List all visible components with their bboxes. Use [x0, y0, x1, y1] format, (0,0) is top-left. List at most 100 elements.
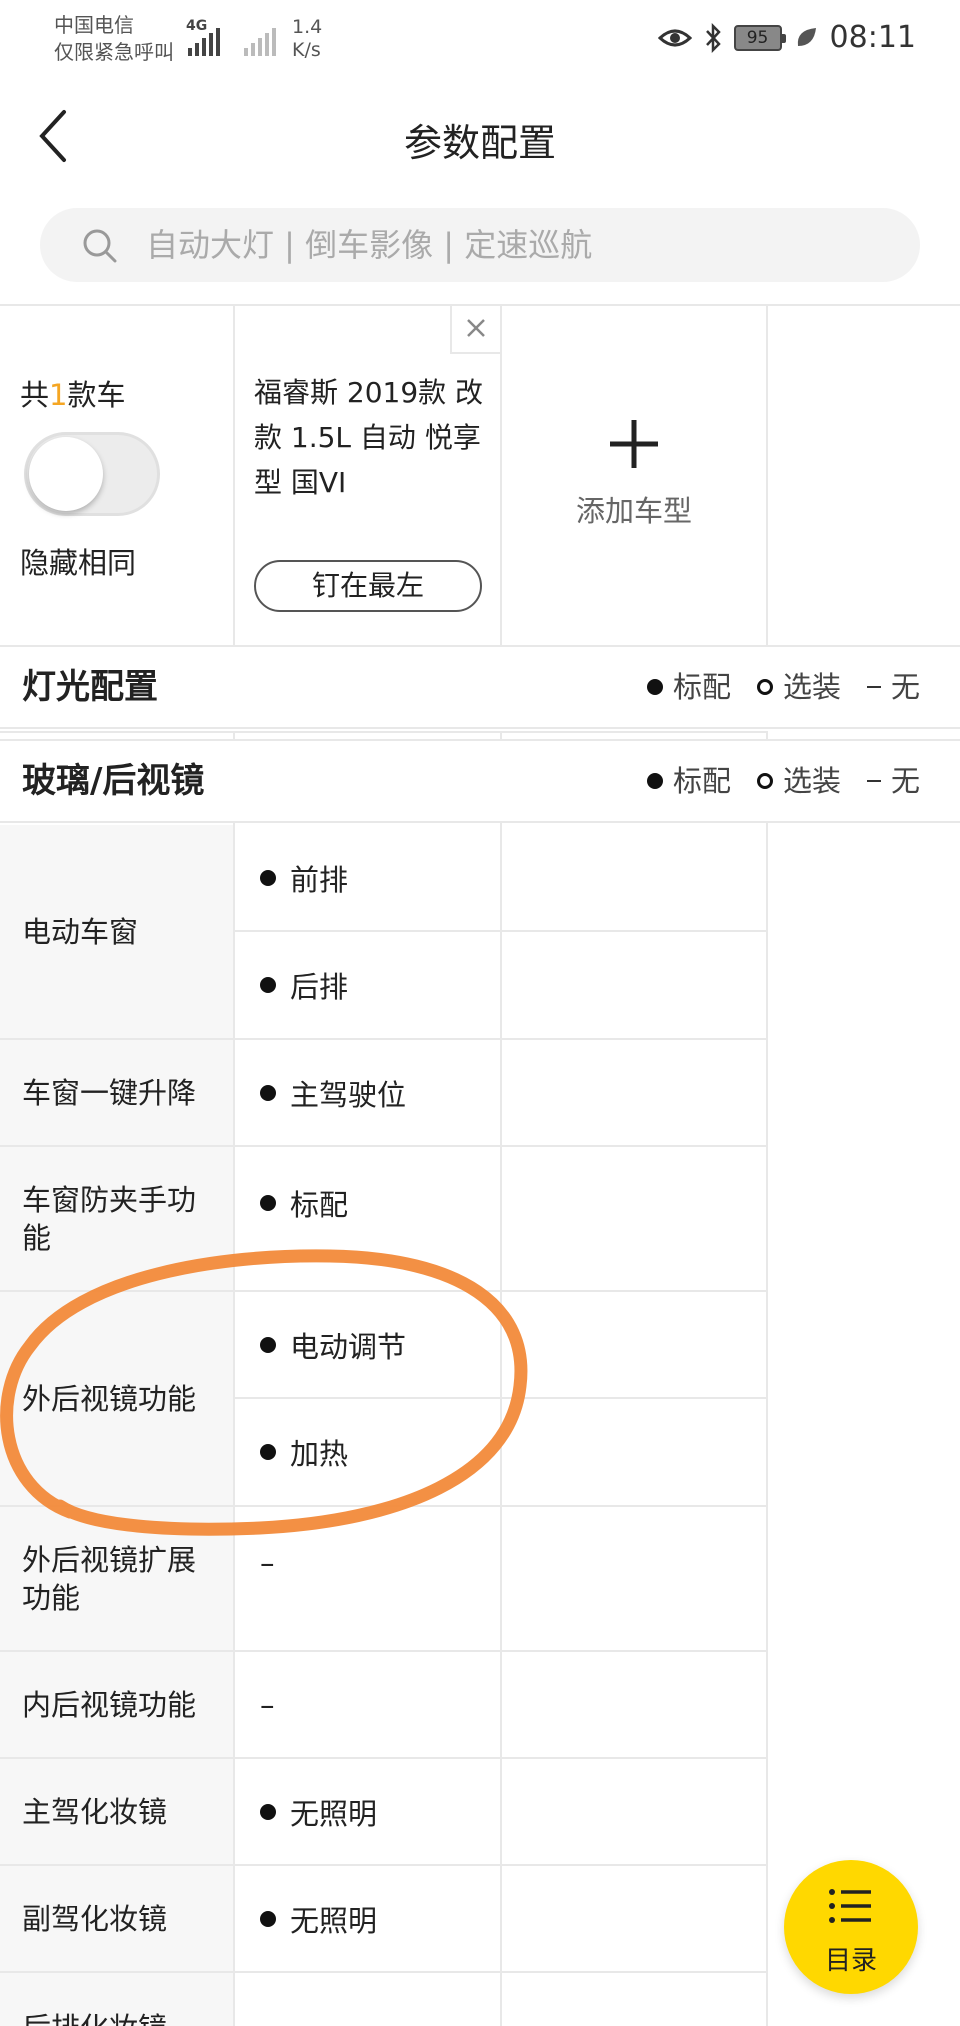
- row-label-mirror-function: 外后视镜功能: [0, 1292, 234, 1505]
- carrier-info: 中国电信 仅限紧急呼叫: [54, 12, 174, 66]
- divider: [233, 305, 235, 645]
- row-label-anti-pinch: 车窗防夹手功能: [0, 1147, 234, 1290]
- divider: [500, 823, 502, 2026]
- plus-icon[interactable]: [606, 416, 662, 472]
- page-title: 参数配置: [403, 121, 556, 165]
- hide-same-label: 隐藏相同: [20, 546, 137, 580]
- car-count-suffix: 款车: [67, 378, 126, 412]
- legend-none-label: 无: [890, 670, 920, 704]
- carrier-name: 中国电信: [54, 13, 134, 37]
- divider: [0, 1505, 766, 1507]
- value-text: 电动调节: [290, 1330, 407, 1364]
- divider: [766, 823, 768, 2026]
- bluetooth-icon: [705, 22, 721, 53]
- row-value: 前排: [234, 825, 500, 931]
- row-label-one-touch: 车窗一键升降: [0, 1040, 234, 1145]
- row-label-mirror-extended: 外后视镜扩展功能: [0, 1507, 234, 1650]
- legend: 标配 选装 无: [646, 647, 920, 727]
- carrier-status: 仅限紧急呼叫: [54, 40, 174, 64]
- standard-dot-icon: [260, 870, 276, 886]
- legend: 标配 选装 无: [646, 741, 920, 821]
- value-text: 标配: [290, 1188, 349, 1222]
- speed-unit: K/s: [292, 39, 321, 61]
- divider: [0, 1038, 766, 1040]
- speed-value: 1.4: [292, 16, 323, 38]
- remove-car-button[interactable]: [450, 306, 500, 354]
- value-text: 主驾驶位: [290, 1077, 407, 1112]
- car-count-prefix: 共: [20, 378, 50, 412]
- search-placeholder: 自动大灯 | 倒车影像 | 定速巡航: [146, 226, 593, 264]
- legend-optional-label: 选装: [782, 670, 841, 704]
- standard-dot-icon: [260, 977, 276, 993]
- row-value: 无照明: [234, 1759, 500, 1864]
- standard-dot-icon: [260, 1803, 276, 1820]
- add-car-label[interactable]: 添加车型: [501, 488, 767, 530]
- row-label-power-windows: 电动车窗: [0, 825, 234, 1038]
- pin-left-button[interactable]: 钉在最左: [254, 560, 482, 612]
- signal-bars-off-icon: [244, 28, 276, 56]
- standard-dot-icon: [260, 1084, 276, 1101]
- value-text: 无照明: [290, 1796, 378, 1831]
- close-icon: [467, 319, 485, 337]
- section-header-lighting[interactable]: 灯光配置 标配 选装 无: [0, 645, 960, 729]
- list-icon: [829, 1889, 871, 1923]
- value-text: 无照明: [290, 1903, 378, 1938]
- dash-icon: [866, 780, 881, 782]
- status-right: 95 08:11: [657, 20, 916, 55]
- car-count: 共1款车: [20, 372, 125, 414]
- search-icon: [83, 229, 117, 263]
- ring-icon: [756, 679, 773, 695]
- divider: [233, 731, 235, 739]
- ring-icon: [756, 773, 773, 789]
- section-header-glass[interactable]: 玻璃/后视镜 标配 选装 无: [0, 739, 960, 823]
- standard-dot-icon: [260, 1444, 276, 1460]
- row-value: 标配: [234, 1147, 500, 1259]
- eye-icon: [657, 29, 692, 46]
- legend-standard-label: 标配: [672, 670, 731, 704]
- section-title: 灯光配置: [22, 667, 158, 707]
- search-bar[interactable]: 自动大灯 | 倒车影像 | 定速巡航: [40, 208, 920, 282]
- row-label-driver-vanity: 主驾化妆镜: [0, 1759, 234, 1864]
- divider: [0, 1290, 766, 1292]
- legend-none-label: 无: [890, 764, 920, 798]
- car-model-name[interactable]: 福睿斯 2019款 改款 1.5L 自动 悦享型 国VI: [254, 370, 484, 505]
- legend-standard-label: 标配: [672, 764, 731, 798]
- signal-bars-icon: [188, 28, 220, 56]
- section-title: 玻璃/后视镜: [22, 761, 205, 801]
- divider: [766, 731, 768, 739]
- row-label-text: 后排化妆镜: [22, 2009, 167, 2026]
- battery-icon: 95: [733, 24, 786, 51]
- row-value: 无照明: [234, 1866, 500, 1971]
- row-value: 加热: [234, 1399, 500, 1505]
- legend-optional: 选装: [756, 647, 841, 727]
- dash-icon: [866, 686, 881, 688]
- divider: [0, 731, 766, 733]
- hide-same-toggle[interactable]: [24, 432, 160, 516]
- catalog-fab-button[interactable]: 目录: [784, 1860, 918, 1994]
- divider: [234, 1397, 766, 1399]
- divider: [234, 930, 766, 932]
- row-value: –: [234, 1652, 500, 1757]
- row-label-passenger-vanity: 副驾化妆镜: [0, 1866, 234, 1971]
- status-bar: 中国电信 仅限紧急呼叫 4G 1.4 K/s 95 08:11: [0, 0, 960, 78]
- divider: [0, 1864, 766, 1866]
- standard-dot-icon: [260, 1337, 276, 1353]
- divider: [0, 1971, 766, 1973]
- row-value: 电动调节: [234, 1292, 500, 1398]
- filled-dot-icon: [646, 773, 663, 789]
- legend-optional: 选装: [756, 741, 841, 821]
- standard-dot-icon: [260, 1195, 276, 1211]
- row-value: 主驾驶位: [234, 1040, 500, 1145]
- divider: [0, 1757, 766, 1759]
- row-label-rear-vanity: 后排化妆镜: [0, 1973, 234, 2026]
- divider: [0, 1145, 766, 1147]
- value-text: 前排: [290, 863, 349, 897]
- add-car-cell[interactable]: [501, 305, 767, 645]
- standard-dot-icon: [260, 1910, 276, 1927]
- value-text: 加热: [290, 1437, 349, 1471]
- value-text: –: [260, 1546, 275, 1580]
- row-value: –: [234, 1507, 500, 1619]
- value-text: –: [260, 1687, 275, 1722]
- row-label-inner-mirror: 内后视镜功能: [0, 1652, 234, 1757]
- battery-level: 95: [746, 27, 769, 48]
